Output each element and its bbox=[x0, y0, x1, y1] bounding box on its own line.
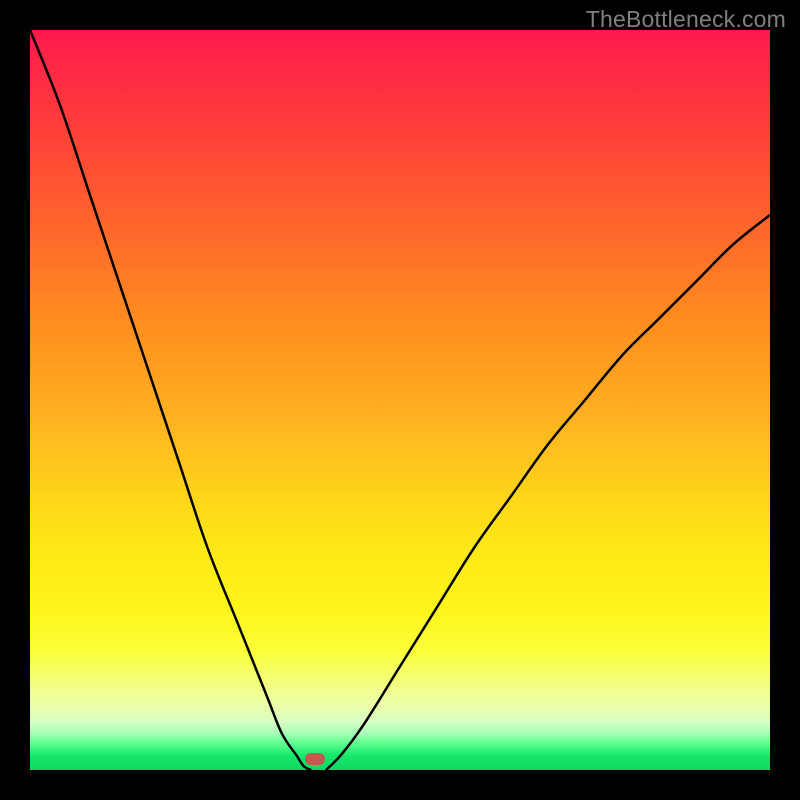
bottleneck-curve bbox=[30, 30, 770, 770]
chart-frame: TheBottleneck.com bbox=[0, 0, 800, 800]
plot-area bbox=[30, 30, 770, 770]
optimal-point-marker bbox=[305, 753, 325, 765]
watermark-text: TheBottleneck.com bbox=[586, 6, 786, 33]
